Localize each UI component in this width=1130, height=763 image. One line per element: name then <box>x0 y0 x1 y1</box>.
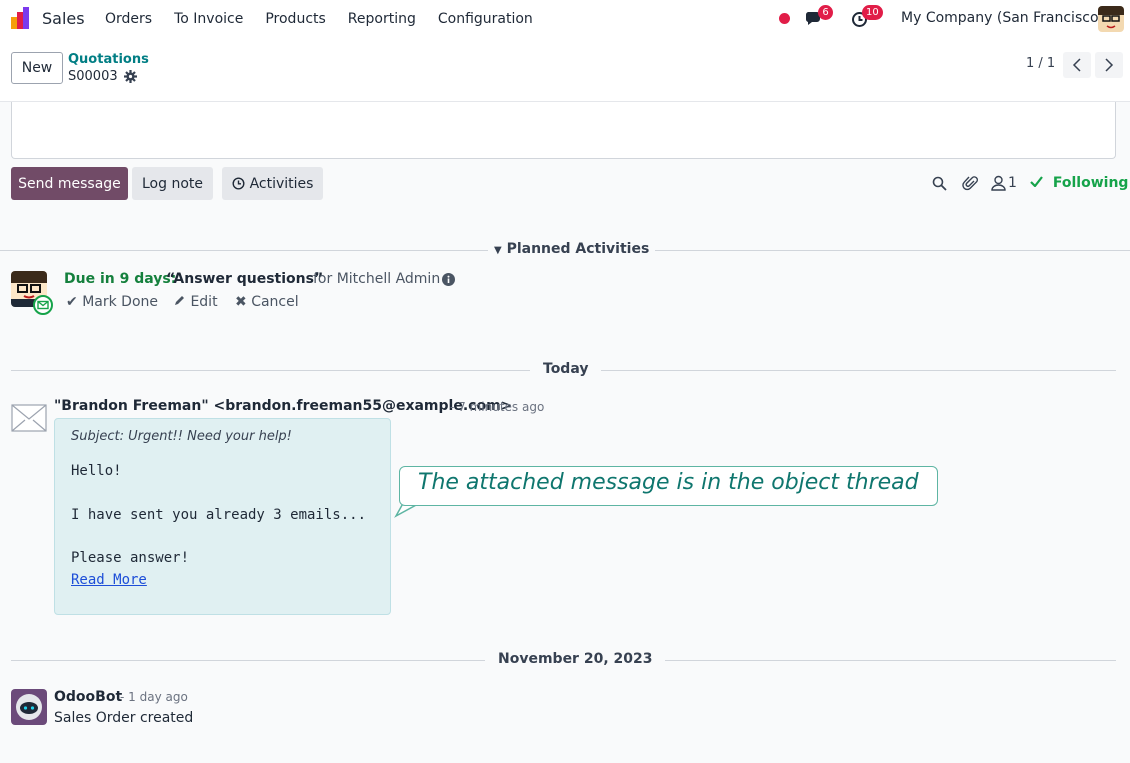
send-message-button[interactable]: Send message <box>11 167 128 200</box>
activity-assignee: for Mitchell Admin <box>313 271 441 287</box>
activity-title: “Answer questions” <box>166 271 324 287</box>
recording-dot-icon[interactable] <box>779 13 790 24</box>
breadcrumb-quotations[interactable]: Quotations <box>68 52 149 67</box>
cancel-activity-button[interactable]: ✖ Cancel <box>235 294 299 310</box>
check-icon <box>1030 176 1043 188</box>
new-button[interactable]: New <box>11 52 63 84</box>
user-avatar[interactable] <box>1098 6 1124 32</box>
message-composer[interactable] <box>11 102 1116 159</box>
mark-done-label: Mark Done <box>82 294 158 310</box>
close-icon: ✖ <box>235 294 247 310</box>
app-name[interactable]: Sales <box>42 9 85 28</box>
menu-orders[interactable]: Orders <box>105 11 152 27</box>
message-line-3: Please answer! <box>71 550 190 566</box>
edit-label: Edit <box>190 294 218 310</box>
pager-value[interactable]: 1 / 1 <box>1026 56 1055 71</box>
odoobot-name[interactable]: OdooBot <box>54 689 122 705</box>
following-label: Following <box>1052 175 1129 191</box>
company-switcher[interactable]: My Company (San Francisco) <box>901 10 1104 26</box>
planned-activities-label: Planned Activities <box>506 241 650 257</box>
main-menu: Orders To Invoice Products Reporting Con… <box>105 0 555 38</box>
chevron-left-icon <box>1072 58 1081 72</box>
menu-products[interactable]: Products <box>265 11 325 27</box>
odoobot-time: - 1 day ago <box>120 690 188 704</box>
message-line-2: I have sent you already 3 emails... <box>71 507 367 523</box>
message-time: - 7 minutes ago <box>450 400 545 414</box>
clock-icon <box>232 177 245 190</box>
search-icon[interactable] <box>932 176 947 191</box>
activities-label: Activities <box>249 175 314 192</box>
mark-done-button[interactable]: ✔ Mark Done <box>66 294 158 310</box>
odoobot-avatar <box>11 689 47 725</box>
messages-badge: 6 <box>818 5 833 20</box>
caret-down-icon: ▼ <box>494 245 502 256</box>
date-label: November 20, 2023 <box>485 651 666 667</box>
message-author[interactable]: "Brandon Freeman" <brandon.freeman55@exa… <box>54 398 512 414</box>
breadcrumb-current: S00003 <box>68 69 118 84</box>
paperclip-icon[interactable] <box>962 175 979 192</box>
menu-to-invoice[interactable]: To Invoice <box>174 11 243 27</box>
menu-reporting[interactable]: Reporting <box>348 11 416 27</box>
activities-badge: 10 <box>862 5 883 20</box>
pencil-icon <box>175 296 184 305</box>
cancel-label: Cancel <box>251 294 299 310</box>
email-activity-icon <box>33 295 53 315</box>
callout-bubble: The attached message is in the object th… <box>399 466 938 506</box>
envelope-icon <box>11 404 47 432</box>
control-panel: New Quotations S00003 1 / 1 <box>0 38 1130 102</box>
sales-app-icon[interactable] <box>11 7 33 29</box>
odoobot-message: Sales Order created <box>54 710 194 726</box>
info-icon[interactable] <box>442 273 455 286</box>
planned-activities-toggle[interactable]: ▼ Planned Activities <box>488 241 656 257</box>
message-bubble: Subject: Urgent!! Need your help! Hello!… <box>54 418 391 615</box>
log-note-button[interactable]: Log note <box>132 167 213 200</box>
menu-configuration[interactable]: Configuration <box>438 11 533 27</box>
pager-next-button[interactable] <box>1095 52 1123 78</box>
today-label: Today <box>530 361 602 377</box>
pager-prev-button[interactable] <box>1063 52 1091 78</box>
callout-tail-cover <box>404 490 426 504</box>
message-line-1: Hello! <box>71 463 122 479</box>
activities-button[interactable]: Activities <box>222 167 323 200</box>
edit-activity-button[interactable]: Edit <box>174 294 218 310</box>
following-button[interactable]: Following <box>1030 175 1128 191</box>
followers-user-icon[interactable] <box>991 175 1006 191</box>
chevron-right-icon <box>1105 58 1114 72</box>
message-subject: Subject: Urgent!! Need your help! <box>71 429 292 444</box>
activity-due: Due in 9 days: <box>64 271 177 287</box>
gear-icon[interactable] <box>124 70 137 83</box>
callout-text: The attached message is in the object th… <box>418 470 919 495</box>
read-more-link[interactable]: Read More <box>71 572 147 588</box>
followers-count[interactable]: 1 <box>1008 175 1017 191</box>
check-icon: ✔ <box>66 294 78 310</box>
